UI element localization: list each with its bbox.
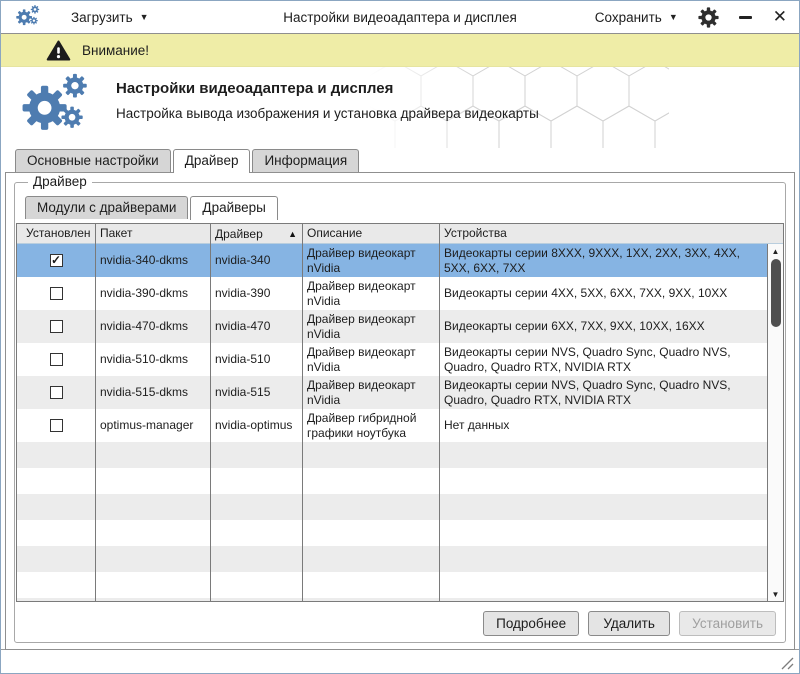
installed-checkbox[interactable] [50, 287, 63, 300]
warning-text: Внимание! [82, 43, 149, 58]
table-row[interactable]: ✓ nvidia-340-dkms nvidia-340 Драйвер вид… [17, 244, 767, 277]
devices-cell: Видеокарты серии NVS, Quadro Sync, Quadr… [439, 343, 767, 376]
driver-tab-panel: Драйвер Модули с драйверами Драйверы Уст… [5, 172, 795, 650]
footer-button[interactable]: Подробнее [483, 611, 579, 636]
close-button[interactable]: ✕ [773, 10, 787, 24]
table-row[interactable]: nvidia-515-dkms nvidia-515 Драйвер видео… [17, 376, 767, 409]
main-tab-bar: Основные настройки Драйвер Информация [1, 148, 799, 172]
devices-cell: Видеокарты серии 4XX, 5XX, 6XX, 7XX, 9XX… [439, 277, 767, 310]
vertical-scrollbar[interactable]: ▲ ▼ [767, 244, 783, 601]
table-row[interactable]: nvidia-390-dkms nvidia-390 Драйвер видео… [17, 277, 767, 310]
package-cell: nvidia-340-dkms [95, 244, 210, 277]
column-header-description[interactable]: Описание [302, 224, 439, 243]
description-cell: Драйвер видеокарт nVidia [302, 277, 439, 310]
driver-sub-tab-bar: Модули с драйверами Драйверы [15, 196, 785, 219]
column-header-devices[interactable]: Устройства [439, 224, 783, 243]
minimize-button[interactable] [739, 10, 753, 24]
table-row[interactable]: nvidia-470-dkms nvidia-470 Драйвер видео… [17, 310, 767, 343]
installed-checkbox[interactable] [50, 353, 63, 366]
package-cell: nvidia-390-dkms [95, 277, 210, 310]
driver-cell: nvidia-470 [210, 310, 302, 343]
table-row[interactable]: nvidia-510-dkms nvidia-510 Драйвер видео… [17, 343, 767, 376]
chevron-down-icon: ▼ [669, 12, 678, 22]
page-header: Настройки видеоадаптера и дисплея Настро… [1, 67, 799, 148]
column-header-driver[interactable]: Драйвер ▲ [210, 224, 302, 243]
page-title: Настройки видеоадаптера и дисплея [116, 80, 393, 97]
window-title: Настройки видеоадаптера и дисплея [283, 10, 517, 25]
sub-tab[interactable]: Модули с драйверами [25, 196, 188, 219]
driver-cell: nvidia-340 [210, 244, 302, 277]
app-gears-icon [15, 5, 45, 29]
driver-cell: nvidia-515 [210, 376, 302, 409]
footer-button[interactable]: Удалить [588, 611, 670, 636]
description-cell: Драйвер видеокарт nVidia [302, 244, 439, 277]
chevron-down-icon: ▼ [140, 12, 149, 22]
table-row[interactable]: optimus-manager nvidia-optimus Драйвер г… [17, 409, 767, 442]
settings-gear-icon[interactable] [698, 7, 719, 28]
empty-rows-area [17, 442, 767, 601]
load-menu-button[interactable]: Загрузить ▼ [71, 10, 149, 25]
devices-cell: Видеокарты серии 8XXX, 9XXX, 1XX, 2XX, 3… [439, 244, 767, 277]
installed-checkbox[interactable] [50, 419, 63, 432]
save-menu-label: Сохранить [595, 10, 662, 25]
scroll-up-icon[interactable]: ▲ [768, 244, 783, 258]
devices-cell: Видеокарты серии 6XX, 7XX, 9XX, 10XX, 16… [439, 310, 767, 343]
description-cell: Драйвер видеокарт nVidia [302, 310, 439, 343]
devices-cell: Нет данных [439, 409, 767, 442]
groupbox-legend: Драйвер [28, 174, 92, 189]
warning-banner: Внимание! [1, 34, 799, 67]
sort-asc-icon: ▲ [288, 229, 297, 239]
status-bar [1, 649, 799, 673]
sub-tab[interactable]: Драйверы [190, 196, 277, 220]
devices-cell: Видеокарты серии NVS, Quadro Sync, Quadr… [439, 376, 767, 409]
package-cell: nvidia-515-dkms [95, 376, 210, 409]
page-subtitle: Настройка вывода изображения и установка… [116, 106, 539, 121]
titlebar-right-controls: Сохранить ▼ ✕ [595, 7, 787, 28]
package-cell: nvidia-510-dkms [95, 343, 210, 376]
warning-triangle-icon [46, 40, 71, 61]
table-header-row: Установлен Пакет Драйвер ▲ Описание Устр… [17, 224, 783, 244]
scroll-down-icon[interactable]: ▼ [768, 587, 783, 601]
driver-cell: nvidia-390 [210, 277, 302, 310]
driver-cell: nvidia-optimus [210, 409, 302, 442]
footer-button[interactable]: Установить [679, 611, 776, 636]
scrollbar-thumb[interactable] [771, 259, 781, 327]
drivers-table: Установлен Пакет Драйвер ▲ Описание Устр… [16, 223, 784, 602]
driver-cell: nvidia-510 [210, 343, 302, 376]
column-header-package[interactable]: Пакет [95, 224, 210, 243]
driver-groupbox: Драйвер Модули с драйверами Драйверы Уст… [14, 182, 786, 643]
minimize-icon [739, 16, 752, 19]
installed-checkbox[interactable] [50, 386, 63, 399]
gears-logo [20, 72, 102, 142]
load-menu-label: Загрузить [71, 10, 133, 25]
package-cell: nvidia-470-dkms [95, 310, 210, 343]
save-menu-button[interactable]: Сохранить ▼ [595, 10, 678, 25]
footer-button-row: Подробнее Удалить Установить [483, 611, 776, 636]
column-header-installed[interactable]: Установлен [17, 224, 95, 243]
main-tab[interactable]: Драйвер [173, 149, 251, 173]
description-cell: Драйвер видеокарт nVidia [302, 343, 439, 376]
main-tab[interactable]: Информация [252, 149, 359, 172]
resize-grip[interactable] [779, 655, 794, 670]
main-tab[interactable]: Основные настройки [15, 149, 171, 172]
description-cell: Драйвер гибридной графики ноутбука [302, 409, 439, 442]
app-window: Загрузить ▼ Настройки видеоадаптера и ди… [0, 0, 800, 674]
installed-checkbox[interactable] [50, 320, 63, 333]
title-bar: Загрузить ▼ Настройки видеоадаптера и ди… [1, 1, 799, 34]
installed-checkbox[interactable]: ✓ [50, 254, 63, 267]
package-cell: optimus-manager [95, 409, 210, 442]
description-cell: Драйвер видеокарт nVidia [302, 376, 439, 409]
table-body: ✓ nvidia-340-dkms nvidia-340 Драйвер вид… [17, 244, 767, 601]
